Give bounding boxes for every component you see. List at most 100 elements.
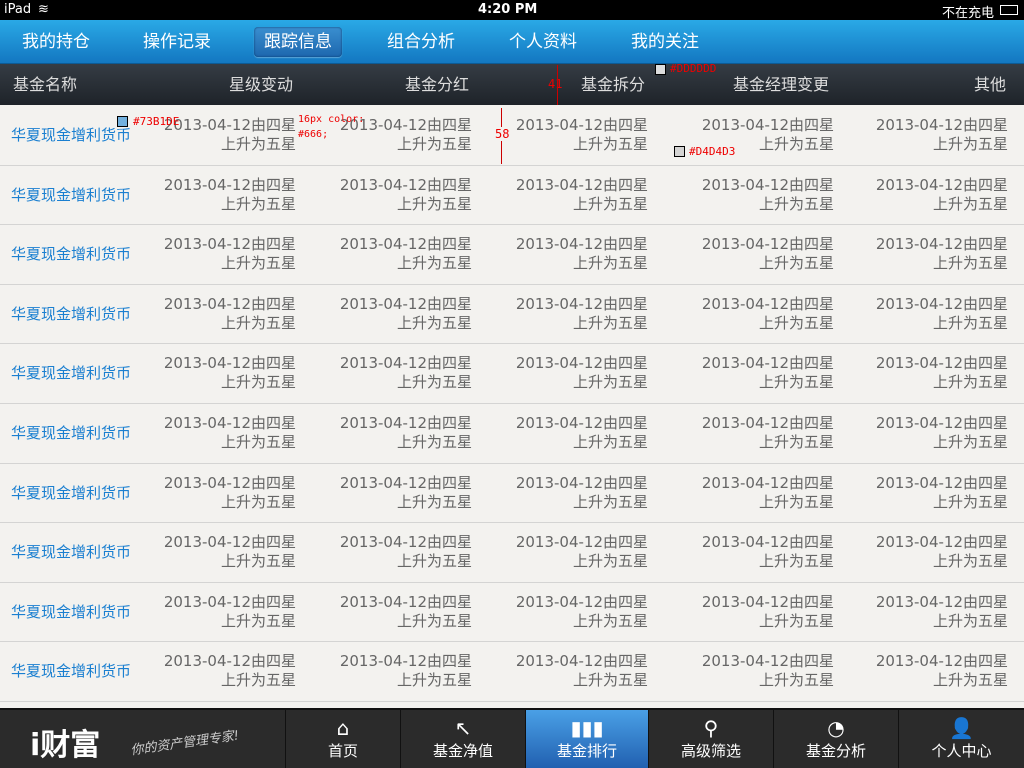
trend-icon: ↖ [454, 716, 472, 740]
fund-name-link[interactable]: 华夏现金增利货币 [11, 184, 131, 205]
cell-line2: 上升为五星 [396, 313, 472, 332]
cell-3: 2013-04-12由四星 上升为五星 [516, 414, 648, 452]
cell-line1: 2013-04-12由四星 [163, 175, 296, 194]
cell-2: 2013-04-12由四星 上升为五星 [340, 533, 472, 571]
tab-favorites[interactable]: 我的关注 [621, 27, 709, 57]
bottom-tab-1[interactable]: ⌂ 首页 [285, 710, 400, 768]
tab-portfolio-analysis[interactable]: 组合分析 [377, 27, 465, 57]
table-row[interactable]: 华夏现金增利货币 2013-04-12由四星 上升为五星 2013-04-12由四星上… [0, 403, 1024, 464]
bottom-tab-4[interactable]: ⚲ 高级筛选 [648, 710, 773, 768]
cell-2: 2013-04-12由四星 上升为五星 [340, 295, 472, 333]
header-rating-change: 星级变动 [229, 75, 294, 94]
cell-4: 2013-04-12由四星 上升为五星 [702, 474, 834, 512]
table-row[interactable]: 华夏现金增利货币 2013-04-12由四星 上升为五星 2013-04-12由四星上… [0, 284, 1024, 345]
cell-line1: 2013-04-12由四星 [875, 175, 1008, 194]
wifi-icon: ≋ [38, 2, 49, 17]
cell-line1: 2013-04-12由四星 [875, 592, 1008, 611]
annotation-name-color: #73B1DE [133, 115, 180, 128]
pie-chart-icon: ◔ [827, 716, 845, 740]
cell-line2: 上升为五星 [396, 492, 472, 511]
tab-tracking[interactable]: 跟踪信息 [254, 27, 342, 57]
cell-line1: 2013-04-12由四星 [163, 354, 296, 373]
fund-name-link[interactable]: 华夏现金增利货币 [11, 422, 131, 443]
cell-line1: 2013-04-12由四星 [515, 354, 648, 373]
annotation-header-height: 41 [548, 77, 563, 91]
fund-name-link[interactable]: 华夏现金增利货币 [11, 601, 131, 622]
tab-holdings[interactable]: 我的持仓 [12, 27, 100, 57]
cell-line1: 2013-04-12由四星 [875, 116, 1008, 134]
table-row[interactable]: 华夏现金增利货币 2013-04-12由四星 上升为五星 2013-04-12由四星上… [0, 582, 1024, 643]
fund-name-link[interactable]: 华夏现金增利货币 [11, 303, 131, 324]
color-swatch [117, 116, 128, 127]
cell-line2: 上升为五星 [220, 552, 296, 571]
cell-1: 2013-04-12由四星 上升为五星 [164, 652, 296, 690]
fund-name-link[interactable]: 华夏现金增利货币 [11, 660, 131, 681]
cell-line1: 2013-04-12由四星 [339, 354, 472, 373]
fund-name-link[interactable]: 华夏现金增利货币 [11, 124, 131, 145]
cell-line1: 2013-04-12由四星 [515, 175, 648, 194]
bottom-tab-6[interactable]: 👤 个人中心 [898, 710, 1024, 768]
bottom-tab-label: 个人中心 [931, 742, 992, 760]
cell-line2: 上升为五星 [220, 313, 296, 332]
cell-line2: 上升为五星 [932, 373, 1008, 392]
cell-5: 2013-04-12由四星 上升为五星 [876, 116, 1008, 154]
cell-5: 2013-04-12由四星 上升为五星 [876, 474, 1008, 512]
cell-line2: 上升为五星 [932, 492, 1008, 511]
cell-3: 2013-04-12由四星 上升为五星 [516, 235, 648, 273]
fund-name-link[interactable]: 华夏现金增利货币 [11, 362, 131, 383]
table-row[interactable]: 华夏现金增利货币 2013-04-12由四星 上升为五星 2013-04-12由四星上… [0, 463, 1024, 524]
app-logo: i财富 [30, 728, 101, 763]
cell-line1: 2013-04-12由四星 [163, 592, 296, 611]
cell-4: 2013-04-12由四星 上升为五星 [702, 652, 834, 690]
table-row[interactable]: 华夏现金增利货币 2013-04-12由四星 上升为五星 2013-04-12由四星上… [0, 642, 1024, 702]
color-swatch [674, 146, 685, 157]
cell-line2: 上升为五星 [572, 492, 648, 511]
cell-3: 2013-04-12由四星 上升为五星 [516, 474, 648, 512]
cell-line2: 上升为五星 [396, 671, 472, 690]
cell-line2: 上升为五星 [758, 552, 834, 571]
cell-4: 2013-04-12由四星 上升为五星 [702, 414, 834, 452]
table-row[interactable]: 华夏现金增利货币 2013-04-12由四星 上升为五星 2013-04-12由四星上… [0, 344, 1024, 404]
cell-line1: 2013-04-12由四星 [339, 413, 472, 432]
cell-4: 2013-04-12由四星 上升为五星 [702, 235, 834, 273]
fund-name-link[interactable]: 华夏现金增利货币 [11, 541, 131, 562]
cell-line2: 上升为五星 [572, 373, 648, 392]
cell-5: 2013-04-12由四星 上升为五星 [876, 235, 1008, 273]
table-row[interactable]: 华夏现金增利货币 2013-04-12由四星 上升为五星 2013-04-12由四星上… [0, 523, 1024, 583]
cell-line2: 上升为五星 [572, 194, 648, 213]
cell-line2: 上升为五星 [572, 135, 648, 153]
cell-1: 2013-04-12由四星 上升为五星 [164, 116, 296, 154]
cell-line2: 上升为五星 [220, 671, 296, 690]
bottom-tab-5[interactable]: ◔ 基金分析 [773, 710, 898, 768]
tab-records[interactable]: 操作记录 [133, 27, 221, 57]
bar-chart-icon: ▮▮▮ [570, 716, 604, 740]
cell-5: 2013-04-12由四星 上升为五星 [876, 354, 1008, 392]
cell-line2: 上升为五星 [220, 135, 296, 153]
cell-2: 2013-04-12由四星 上升为五星 [340, 414, 472, 452]
fund-name-link[interactable]: 华夏现金增利货币 [11, 243, 131, 264]
bottom-tab-label: 基金排行 [556, 742, 617, 760]
table-row[interactable]: 华夏现金增利货币 2013-04-12由四星 上升为五星 2013-04-12由四星上… [0, 165, 1024, 226]
cell-line2: 上升为五星 [572, 552, 648, 571]
cell-line1: 2013-04-12由四星 [515, 294, 648, 313]
home-icon: ⌂ [336, 716, 350, 740]
cell-line2: 上升为五星 [932, 611, 1008, 630]
table-row[interactable]: 华夏现金增利货币 2013-04-12由四星 上升为五星 2013-04-12由四星上… [0, 225, 1024, 285]
cell-3: 2013-04-12由四星 上升为五星 [516, 176, 648, 214]
cell-line2: 上升为五星 [758, 492, 834, 511]
cell-line2: 上升为五星 [758, 254, 834, 273]
header-fund-name: 基金名称 [13, 75, 78, 94]
cell-line2: 上升为五星 [758, 194, 834, 213]
tab-profile[interactable]: 个人资料 [499, 27, 587, 57]
bottom-tab-3[interactable]: ▮▮▮ 基金排行 [525, 710, 648, 768]
fund-name-link[interactable]: 华夏现金增利货币 [11, 482, 131, 503]
cell-line2: 上升为五星 [932, 432, 1008, 451]
cell-4: 2013-04-12由四星 上升为五星 [702, 295, 834, 333]
cell-5: 2013-04-12由四星 上升为五星 [876, 533, 1008, 571]
cell-2: 2013-04-12由四星 上升为五星 [340, 354, 472, 392]
bottom-tab-label: 基金分析 [805, 742, 866, 760]
bottom-tab-2[interactable]: ↖ 基金净值 [400, 710, 525, 768]
cell-3: 2013-04-12由四星 上升为五星 [516, 533, 648, 571]
top-nav: 我的持仓 操作记录 跟踪信息 组合分析 个人资料 我的关注 [0, 20, 1024, 64]
cell-line1: 2013-04-12由四星 [701, 533, 834, 552]
